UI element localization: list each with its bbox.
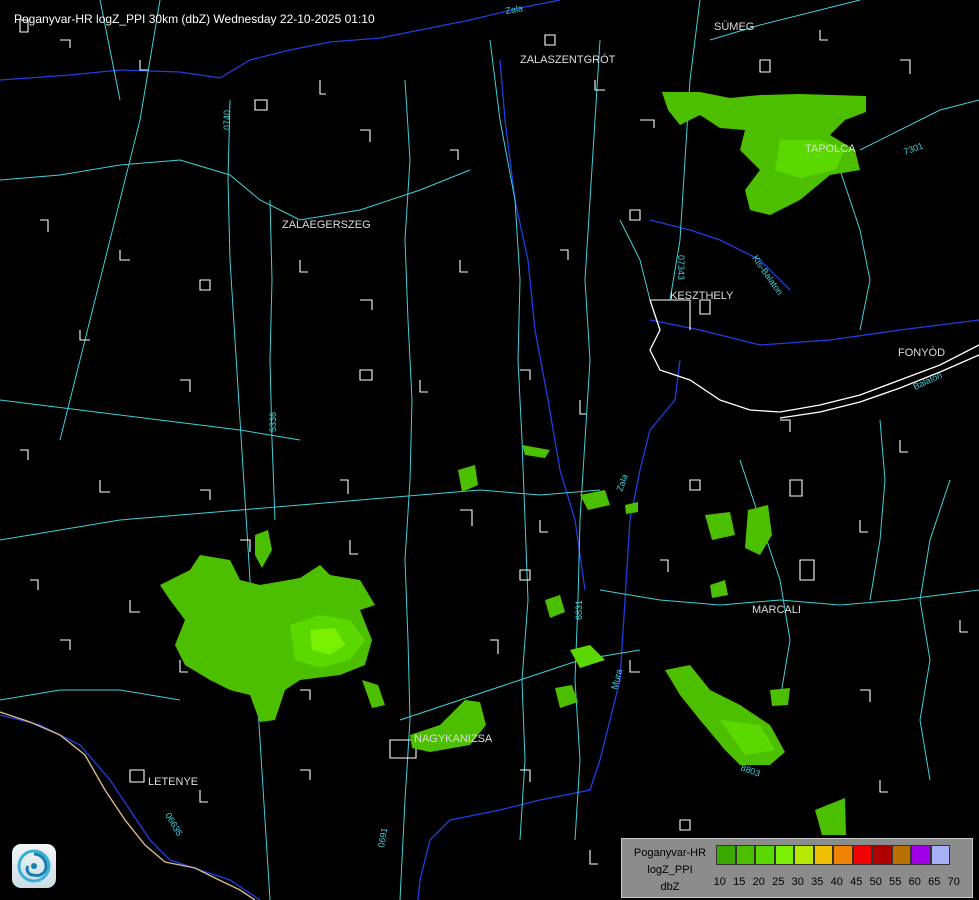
legend-tick-label: 65 xyxy=(928,876,941,888)
legend-tick-label: 25 xyxy=(772,876,785,888)
echo-cell xyxy=(458,465,478,492)
town-zalaegerszeg: ZALAEGERSZEG xyxy=(282,219,371,231)
road-label: 0691 xyxy=(376,827,389,848)
radar-map: SÜMEG ZALASZENTGRÓT ZALAEGERSZEG KESZTHE… xyxy=(0,0,979,900)
roads-layer xyxy=(0,0,979,900)
town-fonyod: FONYÓD xyxy=(898,346,945,359)
echo-cell xyxy=(545,595,565,618)
legend-product: logZ_PPI xyxy=(647,864,693,876)
echo-cell xyxy=(522,445,550,458)
echo-cell xyxy=(705,512,735,540)
road-label: 6831 xyxy=(574,600,584,620)
road-label: Zala xyxy=(505,3,524,16)
town-keszthely: KESZTHELY xyxy=(670,290,734,302)
legend-swatch xyxy=(833,845,853,865)
echo-cell xyxy=(770,688,790,706)
echo-cell xyxy=(580,490,610,510)
legend-tick-label: 70 xyxy=(947,876,960,888)
legend-swatch xyxy=(891,845,911,865)
road-label: Balaton xyxy=(912,370,944,392)
legend-tick-label: 10 xyxy=(713,876,726,888)
road-label: Zala xyxy=(614,473,629,493)
legend-tick-label: 35 xyxy=(811,876,824,888)
road-label: 0740 xyxy=(222,110,232,130)
swirl-logo-icon xyxy=(17,849,51,883)
lake-balaton xyxy=(649,299,979,419)
legend-swatches xyxy=(716,845,950,865)
legend-ticks: 10 15 20 25 30 35 40 45 50 55 60 65 70 xyxy=(710,876,964,888)
town-letenye: LETENYE xyxy=(148,776,198,788)
road-label: 7301 xyxy=(902,141,924,157)
road-label: 5336 xyxy=(268,412,278,432)
echo-cell xyxy=(625,502,638,514)
legend-swatch xyxy=(813,845,833,865)
legend-swatch xyxy=(872,845,892,865)
town-tapolca: TAPOLCA xyxy=(805,143,856,155)
legend-tick-label: 55 xyxy=(889,876,902,888)
town-marcali: MARCALI xyxy=(752,604,801,616)
echo-cell xyxy=(710,580,728,598)
road-label: 07343 xyxy=(676,255,686,280)
dbz-legend: Poganyvar-HR logZ_PPI dbZ 10 15 20 25 30 35 40… xyxy=(621,838,973,898)
radar-logo xyxy=(12,844,56,888)
legend-swatch xyxy=(735,845,755,865)
legend-swatch xyxy=(774,845,794,865)
road-label: Kis-Balaton xyxy=(750,253,785,296)
echo-cell xyxy=(555,685,578,708)
echo-cell xyxy=(255,530,272,568)
legend-tick-label: 45 xyxy=(850,876,863,888)
road-label: 06635 xyxy=(163,811,184,838)
legend-swatch xyxy=(794,845,814,865)
legend-swatch xyxy=(716,845,736,865)
legend-tick-label: 30 xyxy=(791,876,804,888)
legend-tick-label: 50 xyxy=(869,876,882,888)
legend-tick-label: 20 xyxy=(752,876,765,888)
echo-cell xyxy=(745,505,772,555)
legend-swatch xyxy=(930,845,950,865)
legend-tick-label: 60 xyxy=(908,876,921,888)
legend-unit: dbZ xyxy=(660,881,680,893)
echo-cell xyxy=(815,798,846,835)
legend-tick-label: 15 xyxy=(733,876,746,888)
map-title: Poganyvar-HR logZ_PPI 30km (dbZ) Wednesd… xyxy=(14,12,375,26)
road-label: Mura xyxy=(609,668,624,690)
town-zalaszentgrot: ZALASZENTGRÓT xyxy=(520,53,616,66)
rivers-layer xyxy=(0,0,979,900)
legend-tick-label: 40 xyxy=(830,876,843,888)
echo-cell xyxy=(362,680,385,708)
town-sumeg: SÜMEG xyxy=(714,21,754,33)
legend-swatch xyxy=(852,845,872,865)
town-nagykanizsa: NAGYKANIZSA xyxy=(414,733,493,745)
legend-radar-name: Poganyvar-HR xyxy=(633,847,707,859)
legend-swatch xyxy=(755,845,775,865)
legend-swatch xyxy=(911,845,931,865)
